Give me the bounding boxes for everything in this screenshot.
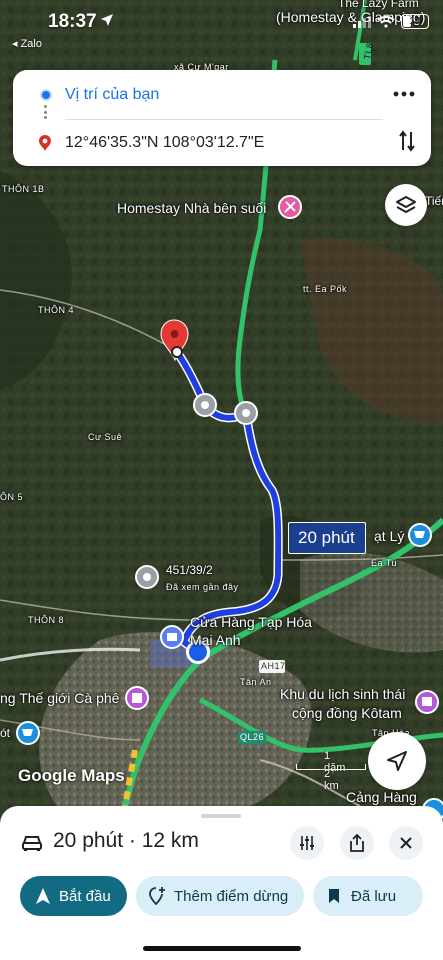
place-marker-icon [135, 565, 159, 589]
map-label: THÔN 1B [2, 184, 45, 194]
battery-level: 14 [409, 16, 421, 27]
layers-button[interactable] [385, 184, 427, 226]
more-options-icon[interactable] [392, 88, 416, 100]
map-label[interactable]: Cảng Hàng [346, 789, 417, 805]
map-label[interactable]: cộng đồng Kôtam [292, 705, 402, 721]
shopping-poi-icon [408, 523, 432, 547]
saved-label: Đã lưu [351, 887, 397, 905]
back-to-app-link[interactable]: ◂ Zalo [12, 37, 42, 50]
shopping-poi-icon [16, 721, 40, 745]
destination-pin-small-icon [39, 135, 51, 151]
map-label[interactable]: 451/39/2 [166, 563, 213, 577]
map-label: Tân An [240, 677, 272, 687]
map-label: Cư Suê [88, 432, 123, 442]
shop-marker-icon [160, 625, 184, 649]
map-label[interactable]: Cửa Hàng Tạp Hóa [190, 614, 312, 630]
road-shield-label: QL26 [240, 732, 265, 742]
map-label[interactable]: ạt Lý [374, 528, 404, 544]
close-icon [400, 837, 412, 849]
park-poi-icon [415, 690, 439, 714]
scale-km: 2 km [324, 768, 339, 792]
destination-field[interactable]: 12°46'35.3"N 108°03'12.7"E [65, 134, 264, 152]
map-label: Tiến [425, 194, 443, 208]
map-label[interactable]: Mai Anh [190, 632, 241, 648]
divider [65, 119, 383, 120]
map-label: Ea Tu [371, 558, 398, 568]
layers-icon [396, 196, 416, 213]
swap-icon[interactable] [399, 130, 415, 152]
battery-icon: 14 [401, 14, 429, 29]
map-label: ÔN 5 [0, 492, 24, 502]
navigation-arrow-icon [387, 751, 407, 771]
add-location-icon [149, 887, 165, 905]
map-label: Đã xem gần đây [166, 582, 239, 592]
home-indicator[interactable] [143, 946, 301, 951]
recenter-button[interactable] [368, 732, 426, 790]
route-options-button[interactable] [290, 826, 324, 860]
sheet-handle[interactable] [201, 814, 241, 818]
share-button[interactable] [340, 826, 374, 860]
google-maps-logo: Google Maps [18, 766, 125, 785]
map-label[interactable]: Homestay Nhà bên suối [117, 200, 266, 216]
place-marker-icon [234, 401, 258, 425]
directions-card: Vị trí của bạn 12°46'35.3"N 108°03'12.7"… [13, 70, 431, 166]
map-label: THÔN 8 [28, 615, 65, 625]
homestay-poi-icon [278, 195, 302, 219]
add-stop-button[interactable]: Thêm điểm dừng [136, 876, 304, 916]
saved-button[interactable]: Đã lưu [313, 876, 423, 916]
add-stop-label: Thêm điểm dừng [174, 887, 289, 905]
close-button[interactable] [389, 826, 423, 860]
location-arrow-icon [101, 14, 113, 26]
status-bar: 18:37 ◂ Zalo 14 [0, 0, 443, 56]
map-label[interactable]: Khu du lịch sinh thái [280, 686, 405, 702]
car-icon [22, 836, 42, 851]
place-marker-icon [193, 393, 217, 417]
signal-icon [353, 15, 371, 28]
bookmark-icon [329, 889, 339, 903]
wifi-icon [377, 16, 395, 28]
start-button[interactable]: Bắt đầu [20, 876, 127, 916]
start-label: Bắt đầu [59, 887, 111, 905]
share-icon [350, 834, 364, 852]
tune-icon [300, 836, 314, 850]
map-label[interactable]: ng Thế giới Cà phê [0, 690, 119, 706]
origin-field[interactable]: Vị trí của bạn [65, 86, 159, 104]
status-time: 18:37 [48, 11, 97, 32]
road-shield-label: AH17 [261, 661, 286, 671]
route-bottom-sheet: 20 phút · 12 km Bắt đầu Thêm điểm dừng Đ… [0, 806, 443, 960]
route-summary: 20 phút · 12 km [53, 829, 199, 852]
museum-poi-icon [125, 686, 149, 710]
route-duration-badge[interactable]: 20 phút [288, 522, 366, 554]
origin-dot-icon [40, 89, 52, 101]
navigate-arrow-icon [36, 888, 50, 904]
map-label: THÔN 4 [38, 305, 75, 315]
map-label: ót [0, 726, 11, 740]
route-dots [44, 105, 47, 119]
map-label: tt. Ea Pốk [303, 284, 348, 294]
